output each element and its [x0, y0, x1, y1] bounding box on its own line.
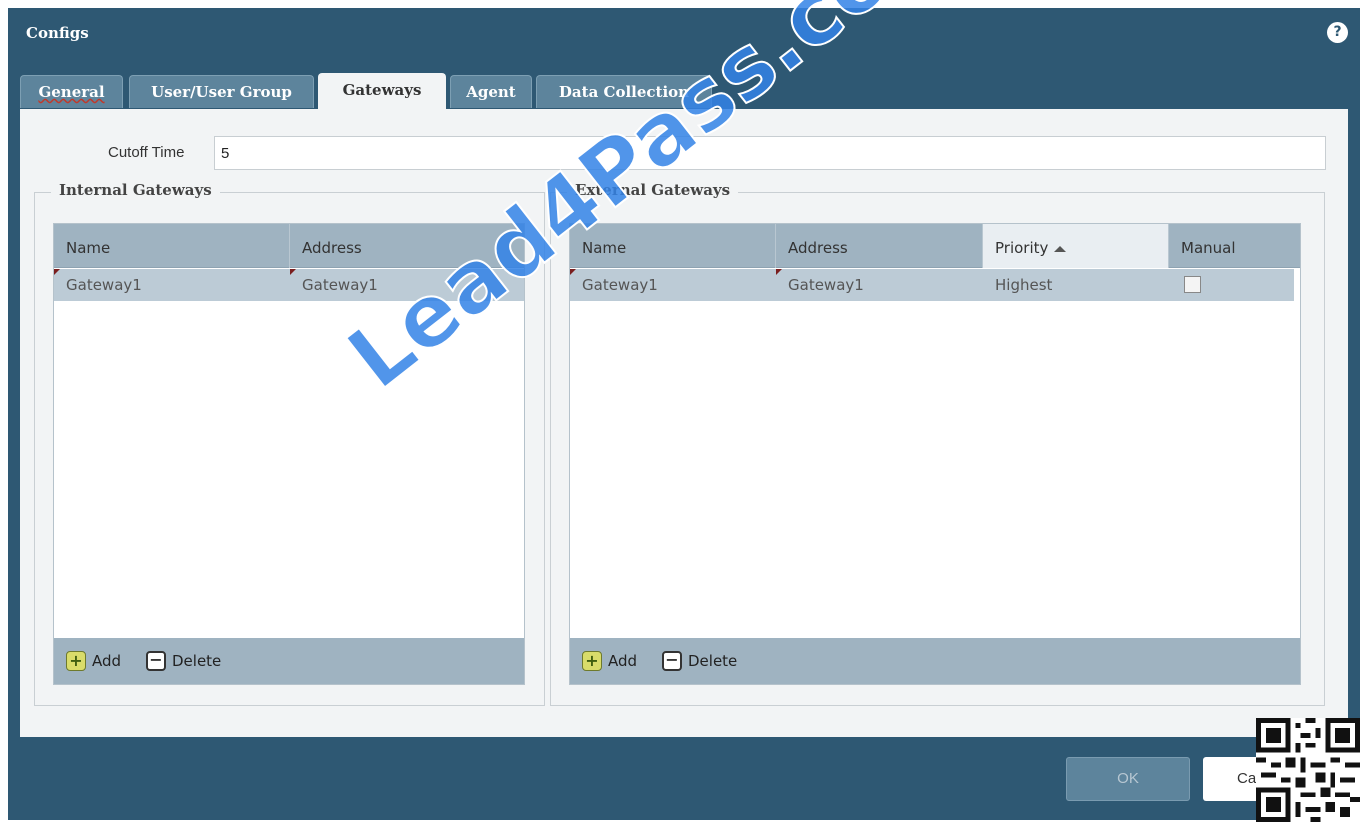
tab-general-label: General	[38, 83, 105, 101]
table-row[interactable]: Gateway1 Gateway1	[54, 269, 524, 301]
tab-agent[interactable]: Agent	[450, 75, 532, 108]
modified-marker-icon	[54, 269, 60, 275]
column-header-address[interactable]: Address	[290, 224, 524, 268]
internal-gateways-table: Name Address Gateway1 Gateway1 + Add − Del…	[53, 223, 525, 685]
column-header-priority-label: Priority	[995, 239, 1049, 257]
dialog-title: Configs	[26, 24, 89, 42]
plus-icon: +	[66, 651, 86, 671]
cell-priority: Highest	[995, 276, 1053, 294]
cell-address: Gateway1	[290, 269, 524, 301]
minus-icon: −	[146, 651, 166, 671]
table-toolbar: + Add − Delete	[54, 638, 524, 684]
column-header-manual[interactable]: Manual	[1169, 224, 1300, 268]
column-header-name[interactable]: Name	[570, 224, 776, 268]
delete-button[interactable]: − Delete	[146, 650, 221, 672]
modified-marker-icon	[570, 269, 576, 275]
cell-name-text: Gateway1	[66, 276, 142, 294]
minus-icon: −	[662, 651, 682, 671]
tab-data-collection-label: Data Collection	[558, 83, 690, 101]
column-header-address[interactable]: Address	[776, 224, 983, 268]
add-button[interactable]: + Add	[66, 650, 121, 672]
table-header: Name Address Priority Manual	[570, 224, 1300, 268]
tab-data-collection[interactable]: Data Collection	[536, 75, 712, 108]
cell-name: Gateway1	[54, 269, 290, 301]
cell-address: Gateway1	[776, 269, 983, 301]
tab-agent-label: Agent	[466, 83, 516, 101]
tab-user-user-group-label: User/User Group	[151, 83, 292, 101]
delete-label: Delete	[688, 652, 738, 670]
table-toolbar: + Add − Delete	[570, 638, 1300, 684]
plus-icon: +	[582, 651, 602, 671]
external-gateways-table: Name Address Priority Manual Gateway1 Ga…	[569, 223, 1301, 685]
qr-code-image	[1256, 718, 1360, 822]
delete-label: Delete	[172, 652, 222, 670]
ok-button[interactable]: OK	[1066, 757, 1190, 801]
delete-button[interactable]: − Delete	[662, 650, 737, 672]
modified-marker-icon	[290, 269, 296, 275]
add-label: Add	[608, 652, 638, 670]
add-label: Add	[92, 652, 122, 670]
manual-checkbox[interactable]	[1184, 276, 1201, 293]
cell-address-text: Gateway1	[788, 276, 864, 294]
cutoff-time-input[interactable]	[214, 136, 1326, 170]
cell-address-text: Gateway1	[302, 276, 378, 294]
gateways-panel: Cutoff Time Internal Gateways Name Addre…	[20, 109, 1348, 737]
add-button[interactable]: + Add	[582, 650, 637, 672]
table-header: Name Address	[54, 224, 524, 268]
tab-gateways-label: Gateways	[342, 81, 422, 99]
title-bar: Configs ?	[8, 8, 1360, 58]
configs-dialog: Configs ? General User/User Group Gatewa…	[8, 8, 1360, 820]
modified-marker-icon	[776, 269, 782, 275]
tab-general[interactable]: General	[20, 75, 123, 108]
help-icon[interactable]: ?	[1327, 22, 1348, 43]
external-gateways-legend: External Gateways	[567, 181, 739, 199]
cell-name-text: Gateway1	[582, 276, 658, 294]
external-gateways-group: External Gateways Name Address Priority …	[550, 181, 1325, 706]
column-header-name[interactable]: Name	[54, 224, 290, 268]
table-row[interactable]: Gateway1 Gateway1 Highest	[570, 269, 1294, 301]
tab-user-user-group[interactable]: User/User Group	[129, 75, 314, 108]
sort-ascending-icon	[1054, 245, 1067, 252]
cutoff-time-label: Cutoff Time	[108, 144, 185, 161]
column-header-priority[interactable]: Priority	[983, 224, 1169, 268]
internal-gateways-legend: Internal Gateways	[51, 181, 220, 199]
internal-gateways-group: Internal Gateways Name Address Gateway1 …	[34, 181, 545, 706]
cell-name: Gateway1	[570, 269, 776, 301]
tab-gateways[interactable]: Gateways	[318, 73, 446, 109]
